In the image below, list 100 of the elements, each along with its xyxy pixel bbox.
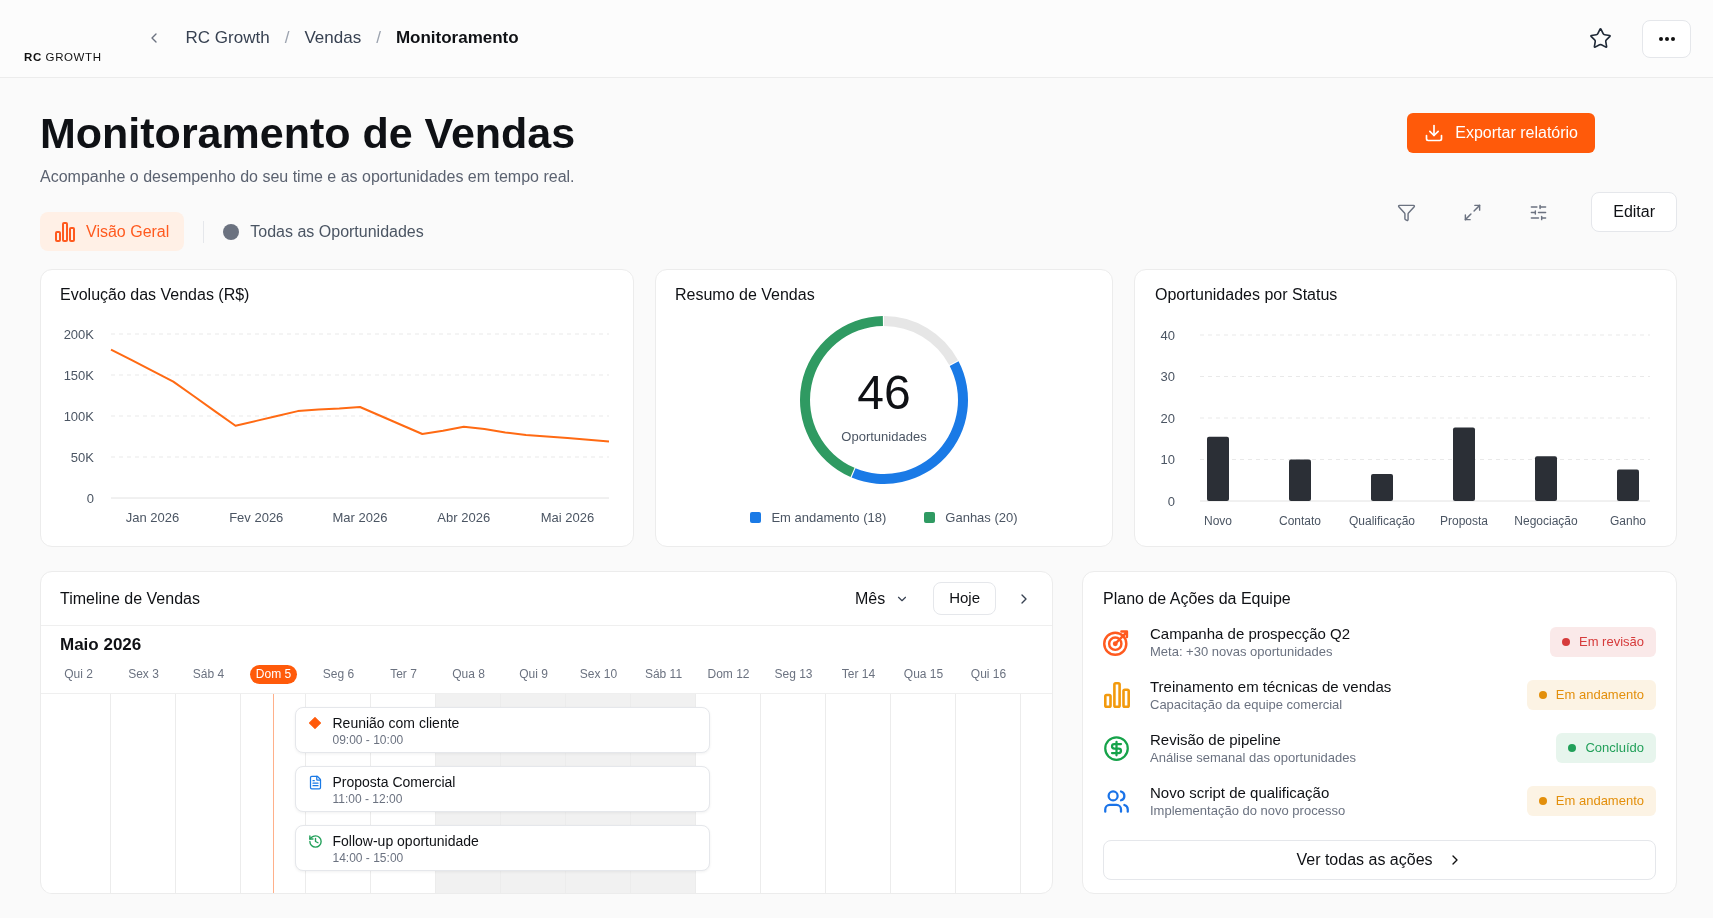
users-icon — [1103, 787, 1130, 815]
status-badge: Concluído — [1556, 733, 1656, 763]
card-title: Plano de Ações da Equipe — [1103, 589, 1292, 609]
bar-chart-icon — [55, 221, 75, 242]
view-all-button[interactable]: Ver todas as ações — [1103, 840, 1656, 880]
chart-bar — [1617, 469, 1639, 501]
axis-label: 10 — [1160, 452, 1175, 467]
card-title: Resumo de Vendas — [675, 285, 816, 305]
view-dropdown[interactable]: Mês — [854, 586, 910, 611]
event-time: 14:00 - 15:00 — [332, 850, 405, 866]
breadcrumb-link[interactable]: Vendas — [304, 24, 362, 51]
axis-label: Proposta — [1440, 514, 1488, 528]
axis-label: Contato — [1279, 514, 1321, 528]
axis-label: 100K — [63, 408, 94, 424]
day-label[interactable]: Ter 7 — [390, 665, 417, 683]
action-title: Campanha de prospecção Q2 — [1150, 623, 1352, 643]
action-subtitle: Implementação do novo processo — [1150, 801, 1347, 820]
axis-label: 150K — [63, 367, 94, 383]
action-subtitle: Capacitação da equipe comercial — [1150, 695, 1344, 714]
legend-label: Em andamento (18) — [771, 509, 887, 527]
event-title: Proposta Comercial — [332, 773, 456, 791]
action-subtitle: Meta: +30 novas oportunidades — [1150, 642, 1334, 661]
action-title: Treinamento em técnicas de vendas — [1150, 676, 1393, 696]
event-card[interactable]: Follow-up oportunidade 14:00 - 15:00 — [294, 825, 710, 871]
donut-caption: Oportunidades — [841, 429, 927, 444]
diamond-icon — [309, 717, 321, 729]
day-label[interactable]: Sex 10 — [579, 665, 618, 683]
axis-label: Fev 2026 — [229, 510, 284, 525]
dollar-icon — [1103, 734, 1130, 762]
breadcrumb-separator: / — [376, 26, 381, 49]
axis-label: Novo — [1204, 514, 1232, 528]
event-card[interactable]: Proposta Comercial 11:00 - 12:00 — [294, 766, 710, 812]
day-label[interactable]: Seg 13 — [774, 665, 813, 683]
ellipsis-icon — [1658, 36, 1675, 41]
axis-label: Qualificação — [1349, 514, 1415, 528]
day-label[interactable]: Sex 3 — [128, 665, 159, 683]
download-icon — [1424, 123, 1445, 143]
day-label[interactable]: Qui 16 — [970, 665, 1007, 683]
axis-label: 200K — [63, 326, 94, 342]
day-label[interactable]: Qua 15 — [903, 665, 944, 683]
star-icon[interactable] — [1589, 27, 1612, 50]
action-title: Revisão de pipeline — [1150, 729, 1282, 749]
status-badge: Em andamento — [1526, 680, 1656, 710]
card-title: Evolução das Vendas (R$) — [60, 285, 251, 305]
event-time: 09:00 - 10:00 — [332, 732, 405, 748]
action-title: Novo script de qualificação — [1150, 782, 1331, 802]
day-label[interactable]: Qui 2 — [64, 665, 93, 683]
day-label[interactable]: Sáb 11 — [644, 665, 683, 683]
bar-chart-icon — [1103, 682, 1130, 708]
target-icon — [1103, 628, 1130, 656]
logo: RC GROWTH — [24, 49, 102, 65]
circle-icon — [223, 223, 240, 240]
document-icon — [307, 774, 323, 790]
month-label: Maio 2026 — [60, 634, 142, 657]
axis-label: Abr 2026 — [437, 510, 491, 525]
card-title: Oportunidades por Status — [1155, 285, 1339, 305]
day-label[interactable]: Seg 6 — [322, 665, 355, 683]
clock-icon — [307, 833, 323, 849]
breadcrumb-current[interactable]: Monitoramento — [395, 24, 519, 51]
axis-label: 50K — [70, 449, 94, 465]
event-card[interactable]: Reunião com cliente 09:00 - 10:00 — [294, 707, 710, 753]
axis-label: 40 — [1160, 327, 1175, 343]
axis-label: Ganho — [1610, 514, 1646, 528]
event-title: Follow-up oportunidade — [332, 832, 479, 850]
action-subtitle: Análise semanal das oportunidades — [1150, 748, 1357, 767]
axis-label: Negociação — [1514, 514, 1578, 528]
export-button[interactable]: Exportar relatório — [1407, 113, 1595, 153]
axis-label: Mar 2026 — [332, 510, 388, 525]
status-badge: Em andamento — [1526, 786, 1656, 816]
event-time: 11:00 - 12:00 — [332, 791, 404, 807]
chart-bar — [1371, 474, 1393, 501]
day-label[interactable]: Qui 9 — [519, 665, 548, 683]
tab[interactable]: Todas as Oportunidades — [223, 212, 424, 251]
tab[interactable]: Visão Geral — [40, 212, 185, 251]
day-label[interactable]: Ter 14 — [841, 665, 876, 683]
legend-label: Ganhas (20) — [945, 509, 1018, 527]
axis-label: 0 — [86, 490, 94, 506]
card-title: Timeline de Vendas — [60, 588, 200, 609]
day-label[interactable]: Qua 8 — [452, 665, 485, 683]
axis-label: 20 — [1160, 410, 1175, 426]
filter-icon[interactable] — [1396, 202, 1416, 222]
axis-label: Mai 2026 — [540, 510, 595, 525]
day-label[interactable]: Dom 5 — [249, 664, 298, 684]
sliders-icon[interactable] — [1528, 202, 1548, 222]
chart-bar — [1207, 436, 1229, 501]
axis-label: 30 — [1160, 369, 1175, 384]
today-button[interactable]: Hoje — [933, 582, 996, 615]
donut-total: 46 — [857, 366, 911, 419]
status-badge: Em revisão — [1549, 627, 1656, 657]
axis-label: Jan 2026 — [125, 510, 180, 525]
chart-bar — [1289, 459, 1311, 501]
breadcrumb-separator: / — [284, 26, 290, 49]
expand-icon[interactable] — [1462, 202, 1482, 222]
edit-button[interactable]: Editar — [1591, 192, 1677, 232]
chart-bar — [1535, 456, 1557, 501]
day-label[interactable]: Sáb 4 — [192, 665, 225, 683]
breadcrumb-link[interactable]: RC Growth — [185, 24, 270, 51]
page-subtitle: Acompanhe o desempenho do seu time e as oportunidades em tempo real. — [40, 167, 576, 187]
page-title: Monitoramento de Vendas — [40, 108, 576, 158]
day-label[interactable]: Dom 12 — [707, 665, 750, 683]
